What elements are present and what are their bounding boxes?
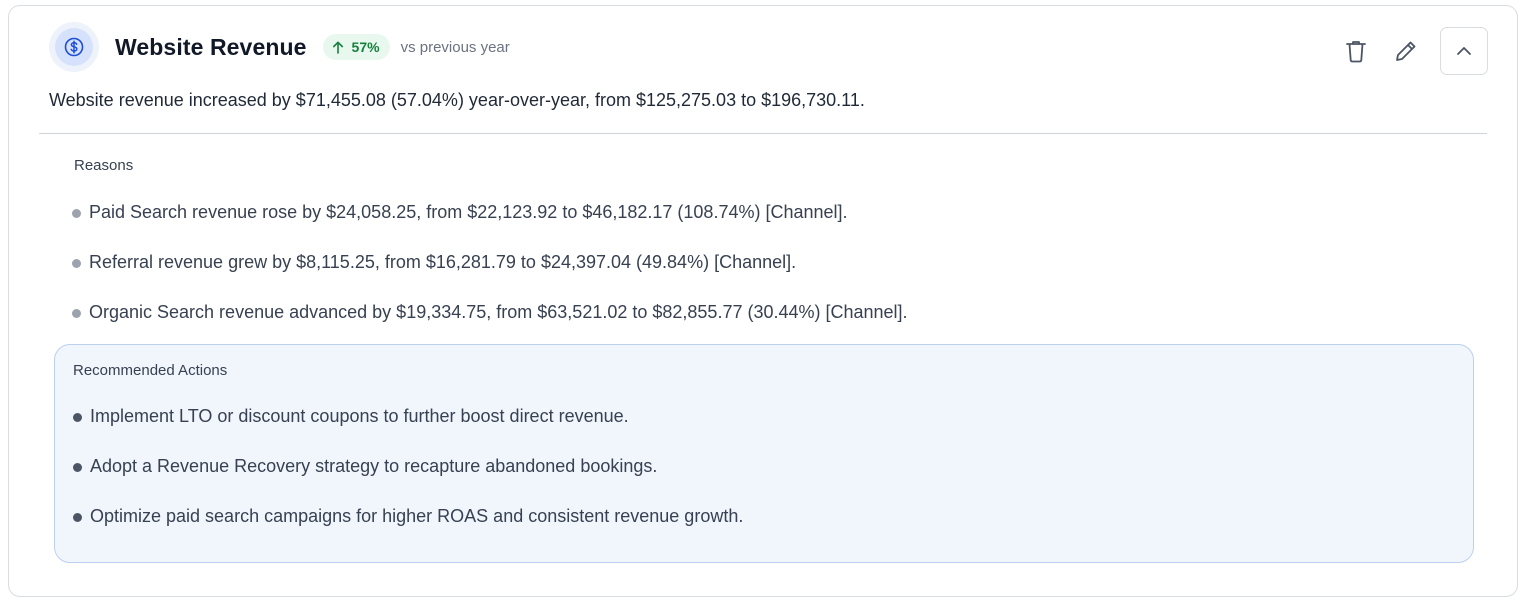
pencil-icon: [1396, 41, 1416, 61]
arrow-up-icon: [332, 40, 343, 54]
collapse-button[interactable]: [1440, 27, 1488, 75]
card-title: Website Revenue: [115, 33, 307, 60]
delete-button[interactable]: [1338, 33, 1374, 69]
bullet-icon: [73, 463, 82, 472]
bullet-icon: [72, 209, 81, 218]
bullet-icon: [72, 309, 81, 318]
recommended-actions-heading: Recommended Actions: [73, 362, 228, 379]
card-header: Website Revenue 57% vs previous year: [49, 22, 510, 72]
change-badge: 57%: [322, 34, 390, 60]
divider: [39, 133, 1487, 134]
insight-card: Website Revenue 57% vs previous year Web…: [8, 5, 1518, 597]
revenue-icon-badge: [49, 22, 99, 72]
action-text: Implement LTO or discount coupons to fur…: [90, 406, 629, 426]
card-actions: [1338, 27, 1488, 75]
list-item: Implement LTO or discount coupons to fur…: [73, 406, 743, 456]
trash-icon: [1346, 41, 1366, 63]
bullet-icon: [73, 513, 82, 522]
reason-text: Paid Search revenue rose by $24,058.25, …: [89, 202, 848, 222]
list-item: Adopt a Revenue Recovery strategy to rec…: [73, 456, 743, 506]
recommended-actions-panel: Recommended Actions Implement LTO or dis…: [54, 344, 1474, 563]
reasons-list: Paid Search revenue rose by $24,058.25, …: [72, 202, 908, 352]
bullet-icon: [73, 413, 82, 422]
change-badge-value: 57%: [351, 39, 380, 55]
reasons-heading: Reasons: [74, 157, 134, 174]
reason-text: Organic Search revenue advanced by $19,3…: [89, 302, 908, 322]
action-text: Optimize paid search campaigns for highe…: [90, 506, 744, 526]
reason-text: Referral revenue grew by $8,115.25, from…: [89, 252, 797, 272]
summary-text: Website revenue increased by $71,455.08 …: [49, 90, 865, 110]
action-text: Adopt a Revenue Recovery strategy to rec…: [90, 456, 658, 476]
edit-button[interactable]: [1388, 33, 1424, 69]
list-item: Paid Search revenue rose by $24,058.25, …: [72, 202, 908, 252]
comparison-period-label: vs previous year: [400, 38, 510, 56]
chevron-up-icon: [1457, 47, 1471, 55]
list-item: Optimize paid search campaigns for highe…: [73, 506, 743, 556]
bullet-icon: [72, 259, 81, 268]
recommended-actions-list: Implement LTO or discount coupons to fur…: [73, 406, 743, 556]
dollar-circle-icon: [64, 37, 84, 57]
list-item: Referral revenue grew by $8,115.25, from…: [72, 252, 908, 302]
